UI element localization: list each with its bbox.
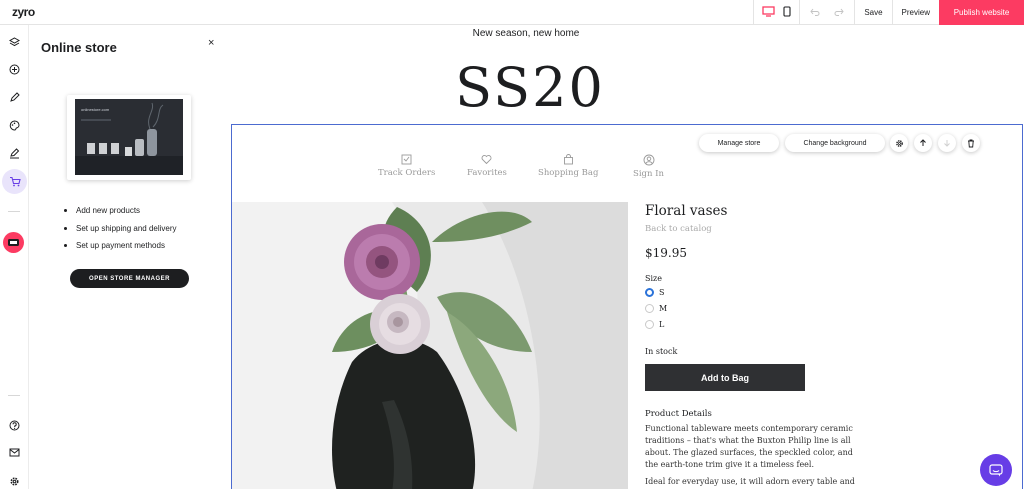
editor-sidebar-rail bbox=[0, 25, 29, 489]
arrow-up-icon[interactable] bbox=[914, 134, 932, 152]
mobile-view-icon[interactable] bbox=[783, 4, 791, 22]
nav-label: Sign In bbox=[633, 169, 664, 179]
list-item: Add new products bbox=[64, 202, 177, 220]
back-to-catalog-link[interactable]: Back to catalog bbox=[645, 224, 712, 234]
product-description-continued: Ideal for everyday use, it will adorn ev… bbox=[645, 477, 855, 486]
gear-icon[interactable] bbox=[890, 134, 908, 152]
radio-button[interactable] bbox=[645, 320, 654, 329]
radio-button[interactable] bbox=[645, 304, 654, 313]
size-option-label: L bbox=[659, 320, 665, 329]
store-preview-thumbnail: onlinestore.com bbox=[67, 95, 191, 180]
nav-shopping-bag[interactable]: Shopping Bag bbox=[538, 154, 598, 178]
size-option-label: M bbox=[659, 304, 668, 313]
list-item: Set up shipping and delivery bbox=[64, 220, 177, 238]
device-switcher bbox=[753, 0, 799, 25]
chat-icon[interactable] bbox=[980, 454, 1012, 486]
preview-button[interactable]: Preview bbox=[891, 0, 939, 25]
store-badge-icon[interactable] bbox=[3, 232, 24, 253]
zyro-logo[interactable]: zyro bbox=[12, 5, 35, 19]
editor-topbar: zyro Save Preview Publish website bbox=[0, 0, 1024, 25]
trash-icon[interactable] bbox=[962, 134, 980, 152]
store-product-block[interactable]: Manage store Change background Track Ord… bbox=[231, 124, 1023, 489]
rail-divider bbox=[8, 395, 20, 396]
cart-icon[interactable] bbox=[2, 169, 27, 194]
nav-label: Favorites bbox=[467, 168, 507, 178]
product-price: $19.95 bbox=[645, 246, 687, 260]
list-item: Set up payment methods bbox=[64, 237, 177, 255]
rail-divider bbox=[8, 211, 20, 212]
nav-label: Track Orders bbox=[378, 168, 436, 178]
undo-icon[interactable] bbox=[810, 4, 820, 22]
open-store-manager-button[interactable]: OPEN STORE MANAGER bbox=[70, 269, 189, 288]
redo-icon[interactable] bbox=[834, 4, 844, 22]
user-icon bbox=[643, 154, 654, 166]
arrow-down-icon[interactable] bbox=[938, 134, 956, 152]
settings-icon[interactable] bbox=[5, 472, 24, 489]
product-image[interactable] bbox=[232, 202, 628, 489]
topbar-actions: Save Preview Publish website bbox=[753, 0, 1024, 25]
layers-icon[interactable] bbox=[5, 33, 24, 52]
product-title: Floral vases bbox=[645, 203, 728, 219]
size-option-l[interactable]: L bbox=[645, 320, 664, 329]
store-preview-image: onlinestore.com bbox=[75, 99, 183, 175]
publish-website-button[interactable]: Publish website bbox=[939, 0, 1024, 25]
manage-store-button[interactable]: Manage store bbox=[699, 134, 779, 152]
mail-icon[interactable] bbox=[5, 443, 24, 462]
nav-sign-in[interactable]: Sign In bbox=[633, 154, 664, 179]
edit-icon[interactable] bbox=[5, 144, 24, 163]
hero-heading: SS20 bbox=[455, 56, 605, 119]
size-label: Size bbox=[645, 274, 662, 283]
size-option-label: S bbox=[659, 288, 665, 297]
pen-icon[interactable] bbox=[5, 88, 24, 107]
site-tagline: New season, new home bbox=[472, 28, 580, 39]
box-icon bbox=[401, 154, 412, 165]
close-icon[interactable]: × bbox=[208, 37, 214, 49]
panel-title: Online store bbox=[41, 40, 117, 55]
heart-icon bbox=[482, 155, 492, 165]
save-button[interactable]: Save bbox=[854, 0, 891, 25]
history-controls bbox=[799, 0, 854, 25]
product-details-heading: Product Details bbox=[645, 409, 712, 419]
product-description: Functional tableware meets contemporary … bbox=[645, 424, 853, 469]
palette-icon[interactable] bbox=[5, 116, 24, 135]
radio-button[interactable] bbox=[645, 288, 654, 297]
bag-icon bbox=[563, 154, 573, 165]
nav-track-orders[interactable]: Track Orders bbox=[378, 154, 435, 178]
add-element-icon[interactable] bbox=[5, 60, 24, 79]
desktop-view-icon[interactable] bbox=[762, 4, 775, 22]
help-icon[interactable] bbox=[5, 416, 24, 435]
add-to-bag-button[interactable]: Add to Bag bbox=[645, 364, 805, 391]
nav-favorites[interactable]: Favorites bbox=[467, 154, 507, 178]
size-option-s[interactable]: S bbox=[645, 288, 664, 297]
size-option-m[interactable]: M bbox=[645, 304, 667, 313]
store-feature-list: Add new products Set up shipping and del… bbox=[64, 202, 177, 255]
change-background-button[interactable]: Change background bbox=[785, 134, 885, 152]
stock-status: In stock bbox=[645, 347, 678, 356]
nav-label: Shopping Bag bbox=[538, 168, 599, 178]
online-store-panel: Online store × onlinestore.com Add new p… bbox=[29, 25, 231, 489]
